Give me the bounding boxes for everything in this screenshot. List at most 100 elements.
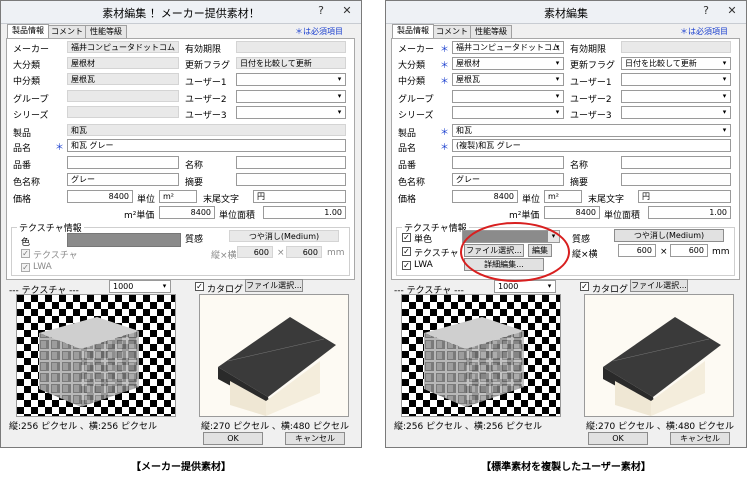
unit-area-input[interactable]: 1.00	[648, 206, 731, 219]
summary-input[interactable]	[236, 173, 346, 186]
minor-category-label: 中分類	[398, 77, 426, 87]
maker-select[interactable]: 福井コンピュータドットコム ▾	[452, 41, 564, 54]
title-bar: 素材編集 ！メーカー提供素材！ ? ✕	[1, 1, 361, 24]
chevron-down-icon: ▾	[337, 108, 342, 116]
user1-select[interactable]: ▾	[236, 73, 346, 86]
suffix-input[interactable]: 円	[253, 190, 346, 203]
item-number-input[interactable]	[452, 156, 564, 169]
summary-input[interactable]	[621, 173, 731, 186]
help-button[interactable]: ?	[696, 2, 716, 20]
required-mark: ＊	[440, 143, 450, 153]
mm-unit: mm	[712, 247, 730, 257]
user-material-dialog: 素材編集 ? ✕ 製品情報 コメント 性能等級 ＊は必須項目 メーカー ＊ 福井…	[385, 0, 747, 448]
unit-label: 単位	[522, 195, 541, 205]
highlight-circle	[460, 222, 570, 282]
texture-checkbox: ✓	[21, 249, 30, 258]
resolution-value: 1000	[113, 282, 134, 291]
user3-select[interactable]: ▾	[621, 106, 731, 119]
tab-comment[interactable]: コメント	[48, 25, 86, 38]
tab-product-info[interactable]: 製品情報	[7, 24, 49, 38]
group-select[interactable]: ▾	[452, 90, 564, 103]
tab-performance[interactable]: 性能等級	[85, 25, 127, 38]
tab-product-info[interactable]: 製品情報	[392, 24, 434, 38]
catalog-checkbox[interactable]: ✓	[580, 282, 589, 291]
lwa-checkbox[interactable]: ✓	[402, 261, 411, 270]
item-name-input[interactable]: 和瓦 グレー	[67, 139, 346, 152]
user2-label: ユーザー2	[570, 95, 612, 105]
maker-material-dialog: 素材編集 ！メーカー提供素材！ ? ✕ 製品情報 コメント 性能等級 ＊は必須項…	[0, 0, 362, 448]
quality-button[interactable]: つや消し(Medium)	[614, 229, 724, 242]
user3-select[interactable]: ▾	[236, 106, 346, 119]
lwa-label: LWA	[33, 262, 52, 272]
minor-category-field: 屋根瓦	[67, 73, 179, 85]
summary-label: 摘要	[570, 178, 589, 188]
catalog-size-info: 縦:270 ピクセル 、横:480 ピクセル	[201, 422, 350, 432]
major-category-label: 大分類	[13, 61, 41, 71]
product-field: 和瓦	[67, 124, 346, 136]
color-name-input[interactable]: グレー	[452, 173, 564, 186]
unit-area-label: 単位面積	[219, 211, 256, 221]
chevron-down-icon: ▾	[337, 92, 342, 100]
catalog-size-info: 縦:270 ピクセル 、横:480 ピクセル	[586, 422, 735, 432]
size-label: 縦×横	[211, 251, 237, 261]
price-label: 価格	[13, 195, 32, 205]
user2-select[interactable]: ▾	[236, 90, 346, 103]
unit-area-input[interactable]: 1.00	[263, 206, 346, 219]
product-select[interactable]: 和瓦 ▾	[452, 124, 731, 137]
unit-input[interactable]: m²	[544, 190, 582, 203]
cancel-button[interactable]: キャンセル	[285, 432, 345, 445]
price-input[interactable]: 8400	[67, 190, 133, 203]
dialog-title: 素材編集	[544, 7, 588, 20]
close-button[interactable]: ✕	[722, 2, 742, 20]
user2-select[interactable]: ▾	[621, 90, 731, 103]
user1-select[interactable]: ▾	[621, 73, 731, 86]
catalog-file-select-button[interactable]: ファイル選択...	[630, 279, 688, 292]
unit-price-label: m²単価	[124, 211, 155, 221]
resolution-select[interactable]: 1000 ▾	[494, 280, 556, 293]
item-name-label: 品名	[398, 144, 417, 154]
single-color-checkbox[interactable]: ✓	[402, 233, 411, 242]
resolution-select[interactable]: 1000 ▾	[109, 280, 171, 293]
expiry-label: 有効期限	[185, 45, 222, 55]
close-button[interactable]: ✕	[337, 2, 357, 20]
chevron-down-icon: ▾	[555, 59, 560, 67]
spec-name-input[interactable]	[621, 156, 731, 169]
texture-preview	[16, 294, 176, 417]
required-mark: ＊	[55, 143, 65, 153]
unit-input[interactable]: m²	[159, 190, 197, 203]
height-input[interactable]: 600	[618, 244, 656, 257]
unit-label: 単位	[137, 195, 156, 205]
width-input[interactable]: 600	[670, 244, 708, 257]
unit-price-input[interactable]: 8400	[544, 206, 600, 219]
group-field	[67, 90, 179, 102]
item-name-input[interactable]: (複製)和瓦 グレー	[452, 139, 731, 152]
tab-comment[interactable]: コメント	[433, 25, 471, 38]
major-category-select[interactable]: 屋根材 ▾	[452, 57, 564, 70]
tab-performance[interactable]: 性能等級	[470, 25, 512, 38]
texture-label: テクスチャ	[414, 249, 459, 259]
catalog-preview	[584, 294, 734, 417]
cancel-button[interactable]: キャンセル	[670, 432, 730, 445]
series-select[interactable]: ▾	[452, 106, 564, 119]
single-color-label: 単色	[414, 235, 433, 245]
chevron-down-icon: ▾	[555, 75, 560, 83]
suffix-input[interactable]: 円	[638, 190, 731, 203]
major-category-label: 大分類	[398, 61, 426, 71]
chevron-down-icon: ▾	[547, 282, 552, 290]
unit-price-input[interactable]: 8400	[159, 206, 215, 219]
help-button[interactable]: ?	[311, 2, 331, 20]
spec-name-input[interactable]	[236, 156, 346, 169]
ok-button[interactable]: OK	[203, 432, 263, 445]
price-input[interactable]: 8400	[452, 190, 518, 203]
maker-field: 福井コンピュータドットコム	[67, 41, 179, 53]
texture-checkbox[interactable]: ✓	[402, 247, 411, 256]
chevron-down-icon: ▾	[555, 43, 560, 51]
minor-category-select[interactable]: 屋根瓦 ▾	[452, 73, 564, 86]
catalog-file-select-button[interactable]: ファイル選択...	[245, 279, 303, 292]
ok-button[interactable]: OK	[588, 432, 648, 445]
color-name-input[interactable]: グレー	[67, 173, 179, 186]
catalog-checkbox[interactable]: ✓	[195, 282, 204, 291]
item-number-input[interactable]	[67, 156, 179, 169]
chevron-down-icon: ▾	[722, 108, 727, 116]
update-flag-select[interactable]: 日付を比較して更新 ▾	[621, 57, 731, 70]
